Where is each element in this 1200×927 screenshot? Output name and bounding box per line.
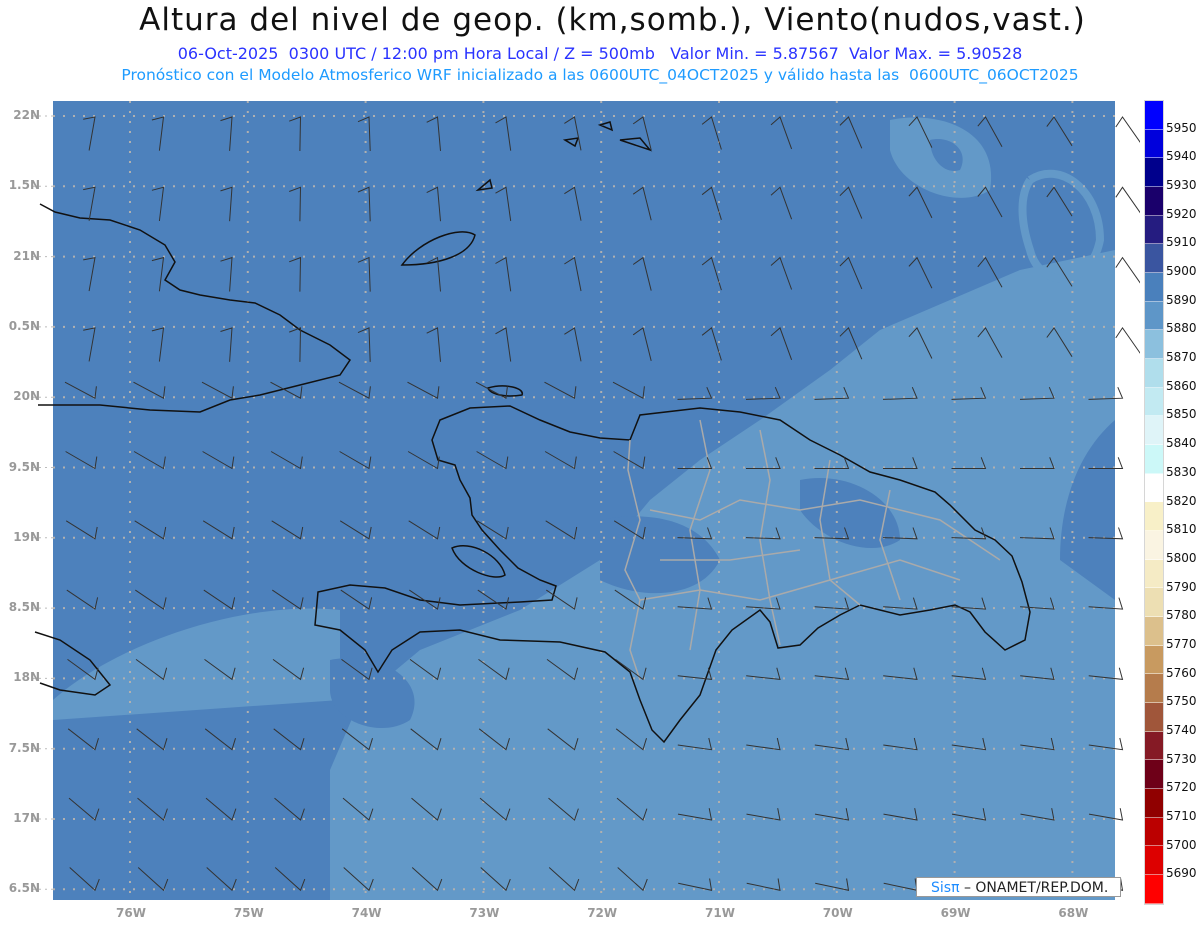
colorbar-swatch <box>1145 617 1163 646</box>
lat-label: 17N <box>13 811 40 825</box>
colorbar-swatch <box>1145 559 1163 589</box>
colorbar-swatch <box>1145 445 1163 474</box>
lat-label: 9.5N <box>8 459 40 474</box>
colorbar-swatch <box>1145 789 1163 818</box>
sispi-logo: Sisπ <box>931 880 960 896</box>
colorbar-label: 5720 <box>1166 780 1197 795</box>
colorbar-swatch <box>1145 330 1163 360</box>
colorbar-label: 5940 <box>1166 149 1197 164</box>
lat-label: 21N <box>13 248 40 263</box>
colorbar-label: 5800 <box>1166 550 1197 565</box>
wind-barb <box>1115 116 1140 143</box>
colorbar-label: 5770 <box>1166 636 1197 651</box>
colorbar-swatch <box>1145 359 1163 388</box>
colorbar-swatch <box>1145 875 1163 904</box>
colorbar-label: 5790 <box>1166 579 1197 594</box>
colorbar-label: 5910 <box>1166 235 1197 250</box>
colorbar-label: 5920 <box>1166 206 1197 221</box>
colorbar-swatch <box>1145 187 1163 216</box>
colorbar-label: 5890 <box>1166 292 1197 307</box>
colorbar-label: 5750 <box>1166 694 1197 709</box>
colorbar-label: 5690 <box>1166 866 1197 881</box>
colorbar-swatch <box>1145 502 1163 532</box>
lon-label: 74W <box>351 906 382 920</box>
colorbar-swatch <box>1145 703 1163 732</box>
colorbar-swatch <box>1145 215 1163 245</box>
axis-ticks <box>33 115 53 890</box>
lon-label: 73W <box>469 906 500 920</box>
colorbar-swatch <box>1145 244 1163 274</box>
model-info-line: Pronóstico con el Modelo Atmosferico WRF… <box>121 66 1079 84</box>
colorbar-label: 5880 <box>1166 321 1197 336</box>
lat-label: 22N <box>13 108 40 122</box>
colorbar-swatch <box>1145 129 1163 159</box>
lat-label: 7.5N <box>8 740 40 755</box>
colorbar-label: 5850 <box>1166 407 1197 422</box>
colorbar-swatch <box>1145 588 1163 618</box>
lat-label: 0.5N <box>8 318 40 333</box>
credit-text: – ONAMET/REP.DOM. <box>959 880 1109 896</box>
colorbar-label: 5740 <box>1166 722 1197 737</box>
valid-time-line: 06-Oct-2025 0300 UTC / 12:00 pm Hora Loc… <box>177 44 1023 63</box>
colorbar-label: 5810 <box>1166 522 1197 537</box>
colorbar-label: 5700 <box>1166 837 1197 852</box>
colorbar-swatch <box>1145 645 1163 675</box>
colorbar-swatch <box>1145 273 1163 302</box>
colorbar-label: 5860 <box>1166 378 1197 393</box>
colorbar <box>1144 100 1164 905</box>
colorbar-swatch <box>1145 531 1163 560</box>
lat-label: 6.5N <box>8 881 40 896</box>
colorbar-swatch <box>1145 674 1163 704</box>
lon-label: 75W <box>233 906 264 920</box>
colorbar-label: 5950 <box>1166 120 1197 135</box>
colorbar-swatch <box>1145 301 1163 331</box>
colorbar-swatch <box>1145 760 1163 790</box>
lon-label: 76W <box>116 906 146 920</box>
lat-label: 8.5N <box>8 600 40 615</box>
lat-label: 18N <box>13 670 40 685</box>
lon-label: 71W <box>705 906 735 920</box>
credit-box: Sisπ – ONAMET/REP.DOM. <box>916 877 1121 897</box>
lon-label: 68W <box>1058 906 1089 920</box>
wind-barb <box>1115 327 1140 354</box>
colorbar-label: 5900 <box>1166 264 1197 279</box>
map-canvas <box>33 101 1140 900</box>
colorbar-swatch <box>1145 731 1163 761</box>
map-title: Altura del nivel de geop. (km,somb.), Vi… <box>139 2 1086 38</box>
wind-barb <box>1115 256 1140 284</box>
colorbar-label: 5830 <box>1166 464 1197 479</box>
colorbar-swatch <box>1145 158 1163 188</box>
lat-label: 20N <box>13 389 40 404</box>
lon-label: 70W <box>822 906 853 920</box>
colorbar-label: 5820 <box>1166 493 1197 508</box>
colorbar-swatch <box>1145 416 1163 446</box>
colorbar-swatch <box>1145 387 1163 417</box>
colorbar-label: 5760 <box>1166 665 1197 680</box>
colorbar-label: 5710 <box>1166 808 1197 823</box>
colorbar-label: 5870 <box>1166 350 1197 365</box>
colorbar-label: 5840 <box>1166 436 1197 451</box>
colorbar-swatch <box>1145 101 1163 130</box>
colorbar-swatch <box>1145 846 1163 876</box>
lat-label: 1.5N <box>8 178 40 193</box>
colorbar-swatch <box>1145 473 1163 503</box>
lon-label: 69W <box>940 906 971 920</box>
colorbar-label: 5780 <box>1166 608 1197 623</box>
lat-label: 19N <box>13 529 40 544</box>
colorbar-swatch <box>1145 817 1163 847</box>
colorbar-label: 5730 <box>1166 751 1197 766</box>
colorbar-label: 5930 <box>1166 178 1197 193</box>
lon-label: 72W <box>587 906 618 920</box>
wind-barb <box>1115 186 1140 214</box>
